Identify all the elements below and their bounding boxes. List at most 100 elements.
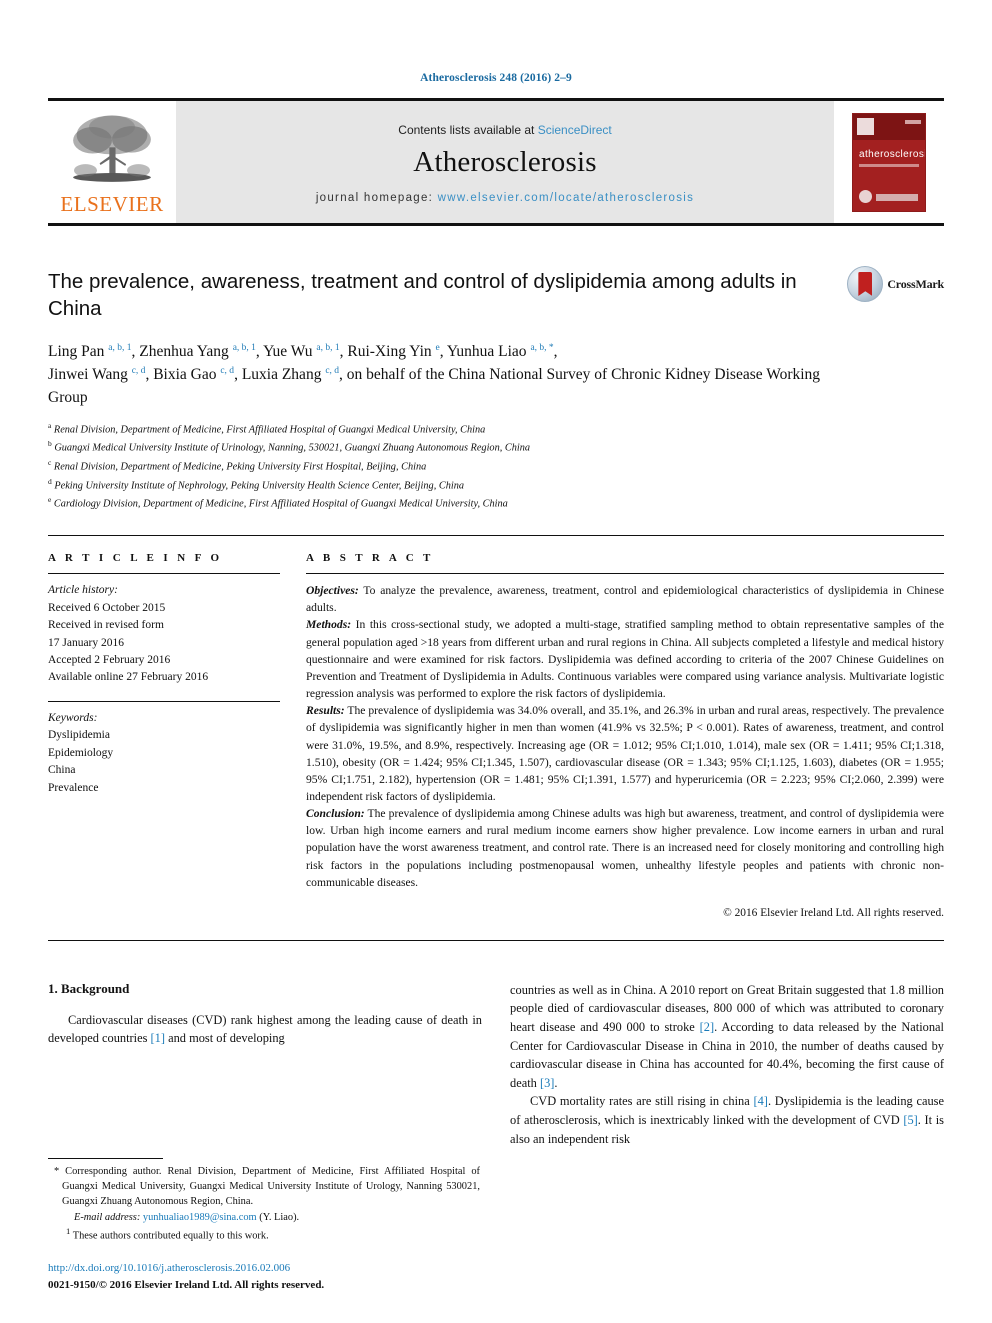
crossmark-icon	[847, 266, 884, 302]
abstract-conclusion: Conclusion: The prevalence of dyslipidem…	[306, 805, 944, 891]
affiliation-item: b Guangxi Medical University Institute o…	[48, 438, 944, 457]
abstract-conclusion-label: Conclusion:	[306, 807, 365, 821]
history-item: Accepted 2 February 2016	[48, 654, 171, 666]
body-paragraph: CVD mortality rates are still rising in …	[510, 1094, 944, 1146]
corresponding-author-note: * Corresponding author. Renal Division, …	[48, 1164, 480, 1244]
cover-code-icon	[905, 119, 921, 124]
body-paragraph: Cardiovascular diseases (CVD) rank highe…	[48, 1012, 482, 1046]
abstract-rule	[306, 573, 944, 575]
history-item: 17 January 2016	[48, 636, 125, 649]
citation-ref[interactable]: [2]	[700, 1020, 714, 1034]
affiliation-mark: d	[48, 476, 52, 486]
section-heading-background: 1. Background	[48, 980, 130, 996]
cover-subtitle-bar	[859, 163, 919, 167]
corresponding-author-text: * Corresponding author. Renal Division, …	[48, 1164, 480, 1210]
cover-badge-icon	[859, 189, 872, 203]
cover-publisher-mark-icon	[857, 117, 874, 135]
affiliation-item: c Renal Division, Department of Medicine…	[48, 457, 944, 476]
body-paragraph: countries as well as in China. A 2010 re…	[510, 982, 944, 1090]
history-item: Available online 27 February 2016	[48, 671, 209, 684]
publisher-logo: ELSEVIER	[48, 101, 176, 223]
author-line-2: Jinwei Wang c, d, Bixia Gao c, d, Luxia …	[48, 366, 821, 407]
affiliation-mark: a	[48, 420, 52, 430]
journal-cover-thumbnail: atherosclerosis	[834, 101, 944, 223]
title-block: CrossMark The prevalence, awareness, tre…	[48, 266, 944, 513]
corresponding-body: Corresponding author. Renal Division, De…	[59, 1165, 480, 1208]
crossmark-label: CrossMark	[887, 276, 944, 291]
journal-masthead: ELSEVIER Contents lists available at Sci…	[48, 98, 944, 226]
sciencedirect-link[interactable]: ScienceDirect	[538, 123, 612, 137]
affiliation-list: a Renal Division, Department of Medicine…	[48, 420, 944, 513]
abstract-results: Results: The prevalence of dyslipidemia …	[306, 702, 944, 805]
affiliation-text: Peking University Institute of Nephrolog…	[54, 480, 465, 492]
citation-ref[interactable]: [3]	[540, 1076, 554, 1090]
author-list: Ling Pan a, b, 1, Zhenhua Yang a, b, 1, …	[48, 340, 838, 410]
article-info-heading: A R T I C L E I N F O	[48, 552, 223, 565]
affiliation-mark: e	[48, 495, 52, 505]
abstract-objectives: Objectives: To analyze the prevalence, a…	[306, 582, 944, 616]
info-divider-top	[48, 535, 944, 537]
author-line-1: Ling Pan a, b, 1, Zhenhua Yang a, b, 1, …	[48, 342, 558, 360]
doi-link[interactable]: http://dx.doi.org/10.1016/j.atherosclero…	[48, 1260, 480, 1277]
journal-title: Atherosclerosis	[413, 145, 597, 178]
cover-footer-bar	[876, 193, 918, 201]
affiliation-text: Guangxi Medical University Institute of …	[54, 442, 531, 454]
cover-journal-name: atherosclerosis	[859, 148, 926, 160]
affiliation-mark: b	[48, 439, 52, 449]
history-item: Received in revised form	[48, 619, 164, 632]
body-right-column: countries as well as in China. A 2010 re…	[510, 981, 944, 1148]
equal-contribution-text: These authors contributed equally to thi…	[70, 1230, 269, 1242]
article-info-rule	[48, 573, 280, 575]
email-link[interactable]: yunhualiao1989@sina.com	[143, 1212, 257, 1223]
article-history-block: Article history: Received 6 October 2015…	[48, 582, 280, 687]
abstract-methods: Methods: In this cross-sectional study, …	[306, 616, 944, 702]
footnote-rule	[48, 1157, 163, 1159]
abstract-objectives-text: To analyze the prevalence, awareness, tr…	[306, 584, 944, 615]
affiliation-mark: c	[48, 458, 52, 468]
citation-ref[interactable]: [4]	[753, 1094, 767, 1108]
abstract-heading: A B S T R A C T	[306, 552, 434, 565]
article-history-label: Article history:	[48, 584, 118, 597]
keywords-label: Keywords:	[48, 711, 98, 724]
abstract-conclusion-text: The prevalence of dyslipidemia among Chi…	[306, 807, 944, 889]
keyword-item: China	[48, 764, 76, 777]
abstract-copyright: © 2016 Elsevier Ireland Ltd. All rights …	[723, 906, 944, 919]
abstract-results-label: Results:	[306, 704, 345, 718]
keyword-item: Dyslipidemia	[48, 729, 110, 742]
homepage-prefix: journal homepage:	[315, 191, 438, 204]
affiliation-item: d Peking University Institute of Nephrol…	[48, 476, 944, 495]
article-page: Atherosclerosis 248 (2016) 2–9 ELSEVIER …	[0, 0, 992, 1323]
history-item: Received 6 October 2015	[48, 601, 166, 614]
crossmark-badge[interactable]: CrossMark	[847, 266, 944, 302]
equal-contribution-note: 1 These authors contributed equally to t…	[48, 1225, 480, 1244]
info-abstract-row: A R T I C L E I N F O Article history: R…	[48, 552, 944, 922]
homepage-url-link[interactable]: www.elsevier.com/locate/atherosclerosis	[438, 192, 695, 204]
affiliation-text: Renal Division, Department of Medicine, …	[53, 424, 486, 436]
contents-prefix: Contents lists available at	[398, 122, 538, 137]
info-divider-bottom	[48, 939, 944, 941]
keywords-rule	[48, 700, 280, 702]
keyword-item: Prevalence	[48, 781, 99, 794]
keyword-item: Epidemiology	[48, 746, 114, 759]
footnote-block: * Corresponding author. Renal Division, …	[48, 1157, 480, 1293]
masthead-center: Contents lists available at ScienceDirec…	[176, 101, 834, 223]
citation-ref[interactable]: [5]	[903, 1113, 917, 1127]
body-left-column: 1. Background Cardiovascular diseases (C…	[48, 981, 482, 1148]
affiliation-item: e Cardiology Division, Department of Med…	[48, 494, 944, 513]
page-title: The prevalence, awareness, treatment and…	[48, 270, 797, 321]
email-label: E-mail address:	[74, 1211, 141, 1223]
email-suffix: (Y. Liao).	[256, 1211, 300, 1223]
doi-block: http://dx.doi.org/10.1016/j.atherosclero…	[48, 1260, 480, 1293]
email-line: E-mail address: yunhualiao1989@sina.com …	[48, 1210, 480, 1225]
running-head: Atherosclerosis 248 (2016) 2–9	[420, 72, 572, 84]
keywords-block: Keywords: Dyslipidemia Epidemiology Chin…	[48, 710, 280, 797]
elsevier-tree-icon: ELSEVIER	[58, 112, 166, 215]
elsevier-wordmark: ELSEVIER	[60, 191, 164, 216]
article-info-column: A R T I C L E I N F O Article history: R…	[48, 552, 280, 922]
abstract-body: Objectives: To analyze the prevalence, a…	[306, 582, 944, 922]
abstract-methods-text: In this cross-sectional study, we adopte…	[306, 618, 944, 701]
abstract-results-text: The prevalence of dyslipidemia was 34.0%…	[306, 704, 944, 803]
cover-image: atherosclerosis	[852, 112, 926, 212]
abstract-methods-label: Methods:	[306, 618, 352, 632]
citation-ref[interactable]: [1]	[151, 1031, 165, 1045]
